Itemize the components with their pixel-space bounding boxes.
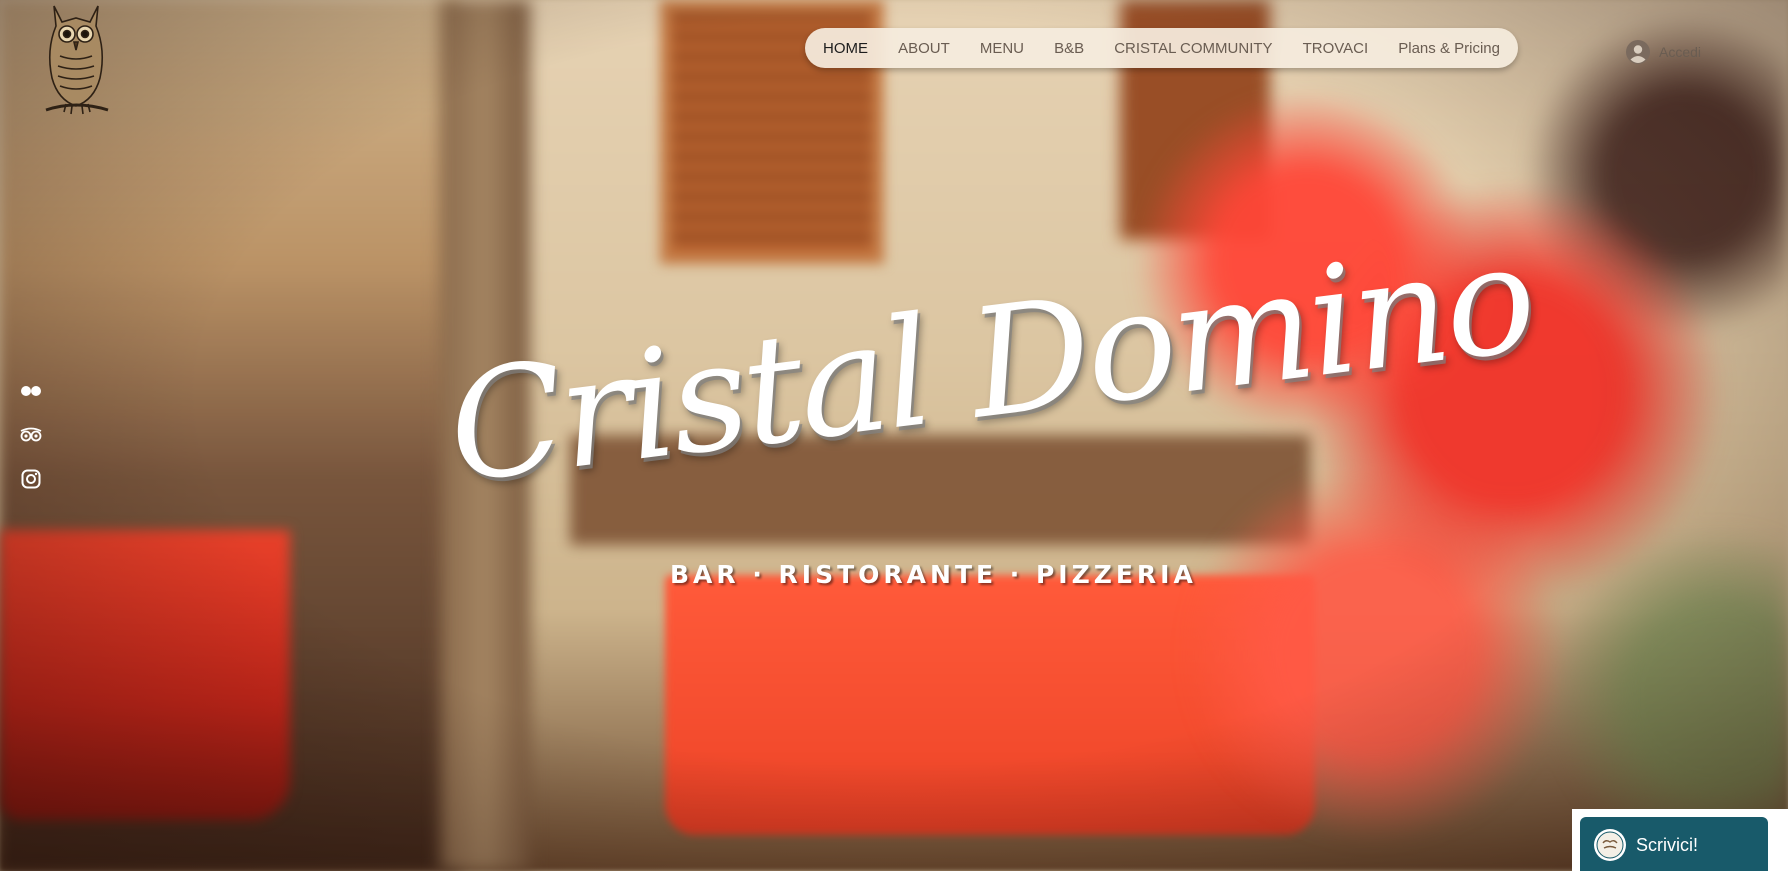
owl-logo-icon[interactable]	[36, 0, 116, 122]
login-button[interactable]: Accedi	[1626, 40, 1701, 64]
hero-section: HOME ABOUT MENU B&B CRISTAL COMMUNITY TR…	[0, 0, 1788, 871]
instagram-icon[interactable]	[20, 468, 42, 490]
user-avatar-icon	[1626, 40, 1650, 64]
main-nav: HOME ABOUT MENU B&B CRISTAL COMMUNITY TR…	[805, 28, 1518, 68]
nav-item-trovaci[interactable]: TROVACI	[1303, 40, 1369, 57]
flickr-icon[interactable]	[20, 380, 42, 402]
nav-item-about[interactable]: ABOUT	[898, 40, 950, 57]
tripadvisor-icon[interactable]	[20, 424, 42, 446]
social-bar	[20, 380, 42, 490]
brand-subtitle: BAR · RISTORANTE · PIZZERIA	[670, 560, 1197, 589]
nav-item-cristal-community[interactable]: CRISTAL COMMUNITY	[1114, 40, 1272, 57]
chat-button[interactable]: Scrivici!	[1580, 817, 1768, 871]
chat-label: Scrivici!	[1636, 834, 1698, 855]
nav-item-bnb[interactable]: B&B	[1054, 40, 1084, 57]
nav-item-home[interactable]: HOME	[823, 40, 868, 57]
cristal-domino-avatar-icon	[1594, 829, 1626, 861]
nav-item-plans-pricing[interactable]: Plans & Pricing	[1398, 40, 1500, 57]
chat-widget: Scrivici!	[1572, 809, 1788, 871]
nav-item-menu[interactable]: MENU	[980, 40, 1024, 57]
login-label: Accedi	[1659, 44, 1702, 60]
